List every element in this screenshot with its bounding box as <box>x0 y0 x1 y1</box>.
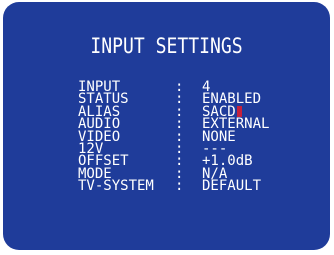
setting-separator: : <box>175 178 184 195</box>
setting-label: TV-SYSTEM <box>78 178 154 195</box>
setting-value: DEFAULT <box>202 178 262 195</box>
menu-title: INPUT SETTINGS <box>90 34 243 58</box>
osd-screen: INPUT SETTINGS INPUT : 4 STATUS : ENABLE… <box>3 2 330 250</box>
text-cursor <box>236 105 242 117</box>
